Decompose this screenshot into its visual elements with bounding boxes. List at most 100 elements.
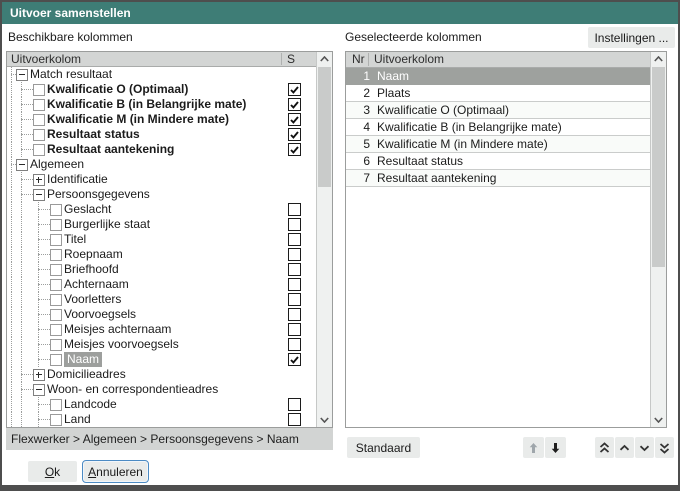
tree-node[interactable]: Meisjes voorvoegsels: [7, 337, 316, 352]
tree-node[interactable]: Geslacht: [7, 202, 316, 217]
tree-item-checkbox-icon[interactable]: [33, 99, 45, 111]
move-to-top-button[interactable]: [595, 437, 614, 458]
selected-column-row[interactable]: 4Kwalificatie B (in Belangrijke mate): [346, 119, 650, 136]
tree-scrollbar-thumb[interactable]: [318, 67, 331, 187]
tree-item-checkbox-icon[interactable]: [50, 219, 62, 231]
column-checkbox-checked[interactable]: [288, 128, 301, 141]
tree-item-checkbox-icon[interactable]: [50, 354, 62, 366]
tree-item-checkbox-icon[interactable]: [50, 279, 62, 291]
tree-node[interactable]: Woon- en correspondentieadres: [7, 382, 316, 397]
scroll-up-icon[interactable]: [651, 52, 666, 66]
tree-item-checkbox-icon[interactable]: [50, 204, 62, 216]
column-checkbox-unchecked[interactable]: [288, 308, 301, 321]
tree-scrollbar[interactable]: [316, 52, 332, 427]
tree-node[interactable]: Kwalificatie M (in Mindere mate): [7, 112, 316, 127]
column-checkbox-unchecked[interactable]: [288, 278, 301, 291]
collapse-minus-icon[interactable]: [33, 189, 45, 201]
tree-item-checkbox-icon[interactable]: [50, 249, 62, 261]
collapse-minus-icon[interactable]: [33, 384, 45, 396]
column-checkbox-unchecked[interactable]: [288, 248, 301, 261]
column-checkbox-unchecked[interactable]: [288, 203, 301, 216]
tree-item-checkbox-icon[interactable]: [50, 234, 62, 246]
tree-node[interactable]: Kwalificatie B (in Belangrijke mate): [7, 97, 316, 112]
column-checkbox-checked[interactable]: [288, 143, 301, 156]
tree-node-label: Landcode: [64, 397, 117, 412]
column-checkbox-unchecked[interactable]: [288, 323, 301, 336]
column-checkbox-unchecked[interactable]: [288, 293, 301, 306]
tree-node[interactable]: Persoonsgegevens: [7, 187, 316, 202]
tree-node[interactable]: Achternaam: [7, 277, 316, 292]
tree-connector-line: [21, 389, 33, 390]
collapse-minus-icon[interactable]: [16, 159, 28, 171]
scroll-down-icon[interactable]: [317, 413, 332, 427]
tree-item-checkbox-icon[interactable]: [50, 324, 62, 336]
tree-connector-line: [38, 254, 50, 255]
column-checkbox-checked[interactable]: [288, 98, 301, 111]
tree-connector-line: [38, 269, 50, 270]
tree-node[interactable]: Landcode: [7, 397, 316, 412]
tree-guide-line: [11, 172, 12, 187]
expand-plus-icon[interactable]: [33, 369, 45, 381]
tree-node[interactable]: Resultaat aantekening: [7, 142, 316, 157]
tree-node[interactable]: Resultaat status: [7, 127, 316, 142]
move-down-one-button[interactable]: [635, 437, 654, 458]
tree-item-checkbox-icon[interactable]: [50, 339, 62, 351]
tree-item-checkbox-icon[interactable]: [50, 294, 62, 306]
column-checkbox-unchecked[interactable]: [288, 413, 301, 426]
tree-item-checkbox-icon[interactable]: [33, 129, 45, 141]
column-checkbox-unchecked[interactable]: [288, 233, 301, 246]
selected-column-row[interactable]: 5Kwalificatie M (in Mindere mate): [346, 136, 650, 153]
move-up-button[interactable]: [523, 437, 544, 458]
move-to-bottom-button[interactable]: [655, 437, 674, 458]
tree-node[interactable]: Briefhoofd: [7, 262, 316, 277]
ok-button[interactable]: Ok: [28, 461, 77, 482]
tree-node[interactable]: Land: [7, 412, 316, 427]
tree-node[interactable]: Naam: [7, 352, 316, 367]
selected-column-row[interactable]: 7Resultaat aantekening: [346, 170, 650, 187]
column-checkbox-unchecked[interactable]: [288, 218, 301, 231]
table-scrollbar-thumb[interactable]: [652, 67, 665, 267]
tree-header-column: Uitvoerkolom: [7, 52, 81, 66]
tree-item-checkbox-icon[interactable]: [50, 309, 62, 321]
tree-node[interactable]: Identificatie: [7, 172, 316, 187]
tree-node[interactable]: Burgerlijke staat: [7, 217, 316, 232]
table-scrollbar[interactable]: [650, 52, 666, 427]
tree-guide-line: [11, 187, 12, 202]
expand-plus-icon[interactable]: [33, 174, 45, 186]
tree-item-checkbox-icon[interactable]: [33, 144, 45, 156]
tree-node[interactable]: Roepnaam: [7, 247, 316, 262]
tree-node[interactable]: Voorvoegsels: [7, 307, 316, 322]
tree-node-label: Woon- en correspondentieadres: [47, 382, 218, 397]
column-checkbox-unchecked[interactable]: [288, 263, 301, 276]
selected-column-row[interactable]: 3Kwalificatie O (Optimaal): [346, 102, 650, 119]
tree-node[interactable]: Kwalificatie O (Optimaal): [7, 82, 316, 97]
tree-node[interactable]: Algemeen: [7, 157, 316, 172]
settings-button[interactable]: Instellingen ...: [588, 27, 675, 48]
tree-item-checkbox-icon[interactable]: [50, 264, 62, 276]
selected-column-row[interactable]: 1Naam: [346, 68, 650, 85]
tree-node[interactable]: Match resultaat: [7, 67, 316, 82]
tree-item-checkbox-icon[interactable]: [33, 114, 45, 126]
column-checkbox-checked[interactable]: [288, 353, 301, 366]
standaard-button[interactable]: Standaard: [347, 437, 420, 458]
tree-node[interactable]: Meisjes achternaam: [7, 322, 316, 337]
tree-item-checkbox-icon[interactable]: [50, 399, 62, 411]
tree-node[interactable]: Voorletters: [7, 292, 316, 307]
selected-column-row[interactable]: 6Resultaat status: [346, 153, 650, 170]
column-checkbox-unchecked[interactable]: [288, 338, 301, 351]
column-checkbox-checked[interactable]: [288, 113, 301, 126]
move-up-one-button[interactable]: [615, 437, 634, 458]
selected-column-row[interactable]: 2Plaats: [346, 85, 650, 102]
tree-node[interactable]: Titel: [7, 232, 316, 247]
column-checkbox-unchecked[interactable]: [288, 398, 301, 411]
tree-node[interactable]: Domicilieadres: [7, 367, 316, 382]
cancel-button[interactable]: Annuleren: [82, 460, 149, 483]
chevrons-up-icon: [599, 442, 610, 454]
scroll-up-icon[interactable]: [317, 52, 332, 66]
tree-item-checkbox-icon[interactable]: [33, 84, 45, 96]
move-down-button[interactable]: [545, 437, 566, 458]
tree-item-checkbox-icon[interactable]: [50, 414, 62, 426]
collapse-minus-icon[interactable]: [16, 69, 28, 81]
column-checkbox-checked[interactable]: [288, 83, 301, 96]
scroll-down-icon[interactable]: [651, 413, 666, 427]
